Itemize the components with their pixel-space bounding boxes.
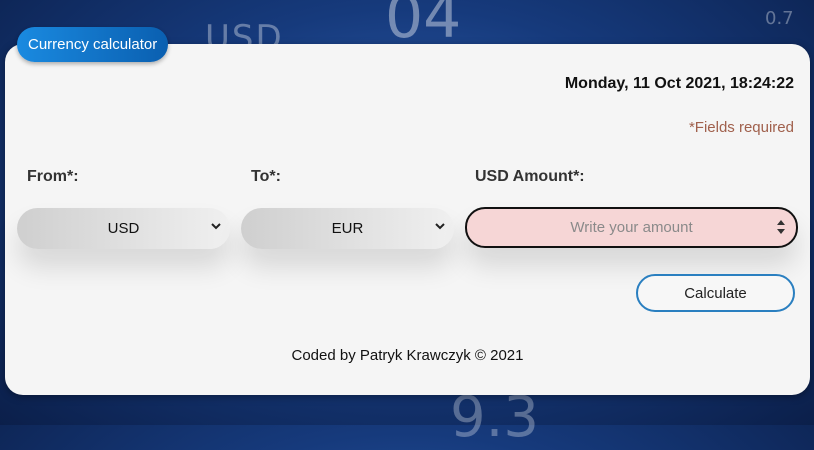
chevron-down-icon [211,223,221,230]
from-currency-value: USD [107,220,140,237]
amount-label: USD Amount*: [475,168,585,185]
background-decoration: 0.7 [765,8,794,29]
footer-credit: Coded by Patryk Krawczyk © 2021 [291,347,524,364]
current-datetime: Monday, 11 Oct 2021, 18:24:22 [564,75,794,92]
to-label: To*: [251,168,281,185]
amount-input[interactable] [509,218,754,237]
calculator-card: Monday, 11 Oct 2021, 18:24:22 *Fields re… [5,44,810,395]
to-currency-value: EUR [331,220,364,237]
from-currency-select[interactable]: USD [17,208,230,249]
amount-field[interactable] [465,207,798,248]
calculate-button[interactable]: Calculate [636,274,795,312]
chevron-down-icon [435,223,445,230]
from-label: From*: [27,168,79,185]
spinner-arrows-icon[interactable] [776,217,786,237]
app-title: Currency calculator [17,27,169,62]
to-currency-select[interactable]: EUR [241,208,454,249]
required-fields-note: *Fields required [688,119,794,136]
